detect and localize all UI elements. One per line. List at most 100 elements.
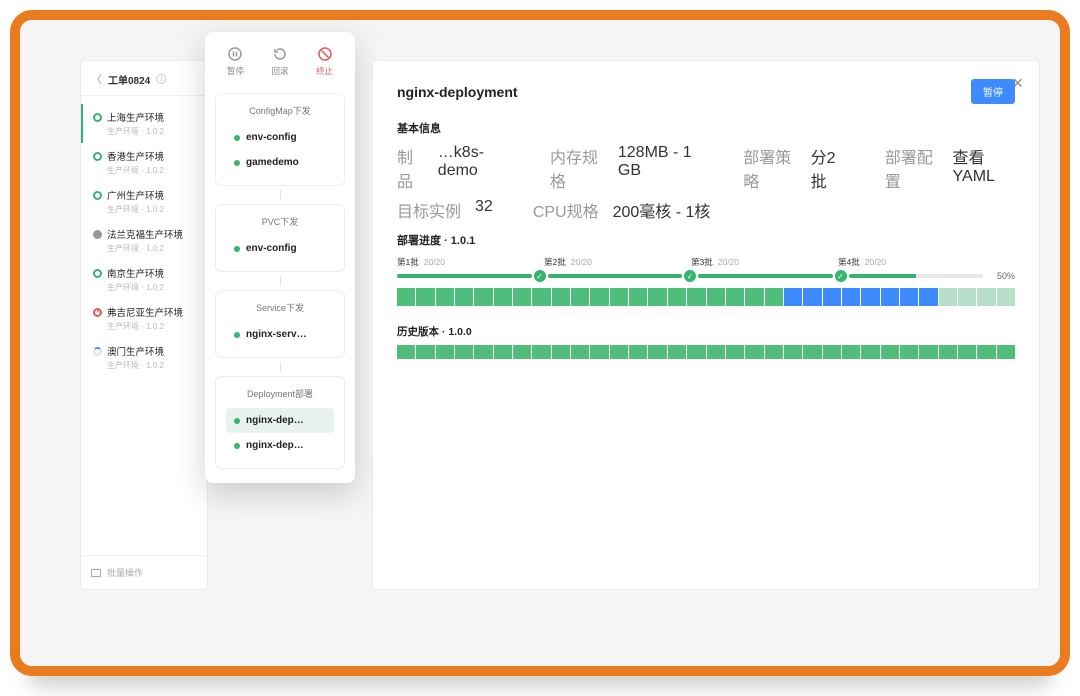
instance-cell[interactable] [939, 345, 957, 359]
instance-cell[interactable] [958, 288, 976, 306]
bullet-icon [234, 332, 240, 338]
instance-cell[interactable] [861, 288, 879, 306]
instance-cell[interactable] [745, 345, 763, 359]
instance-cell[interactable] [765, 288, 783, 306]
instance-cell[interactable] [648, 288, 666, 306]
instance-cell[interactable] [397, 345, 415, 359]
env-sub: 生产环境 · 1.0.2 [93, 360, 197, 371]
instance-cell[interactable] [726, 345, 744, 359]
node-label: nginx-dep… [246, 440, 304, 451]
batch-label: 第1批20/20 [397, 256, 542, 268]
env-sub: 生产环境 · 1.0.2 [93, 282, 197, 293]
instance-cell[interactable] [687, 288, 705, 306]
instance-cell[interactable] [416, 288, 434, 306]
instance-cell[interactable] [532, 288, 550, 306]
instance-cell[interactable] [997, 288, 1015, 306]
stage-node[interactable]: gamedemo [226, 150, 334, 175]
instance-cell[interactable] [823, 288, 841, 306]
instance-cell[interactable] [571, 288, 589, 306]
stage-title: ConfigMap下发 [226, 104, 334, 117]
info-icon[interactable]: i [156, 74, 166, 84]
instance-cell[interactable] [707, 288, 725, 306]
instance-cell[interactable] [745, 288, 763, 306]
instance-cell[interactable] [958, 345, 976, 359]
instance-cell[interactable] [513, 345, 531, 359]
instance-cell[interactable] [919, 288, 937, 306]
instance-cell[interactable] [513, 288, 531, 306]
pause-action-button[interactable]: 暂停 [971, 79, 1015, 104]
instance-cell[interactable] [842, 345, 860, 359]
environment-item[interactable]: 上海生产环境生产环境 · 1.0.2 [81, 104, 207, 143]
stage-node[interactable]: env-config [226, 125, 334, 150]
instance-cell[interactable] [610, 345, 628, 359]
instance-cell[interactable] [900, 288, 918, 306]
instance-cell[interactable] [668, 288, 686, 306]
info-value: 分2批 [811, 144, 845, 192]
pause-button[interactable]: 暂停 [227, 46, 244, 77]
instance-cell[interactable] [494, 288, 512, 306]
instance-cell[interactable] [416, 345, 434, 359]
instance-cell[interactable] [784, 345, 802, 359]
environment-item[interactable]: 法兰克福生产环境生产环境 · 1.0.2 [81, 221, 207, 260]
env-sub: 生产环境 · 1.0.2 [93, 321, 197, 332]
instance-cell[interactable] [977, 345, 995, 359]
batch-label: 第2批20/20 [544, 256, 689, 268]
stop-button[interactable]: 终止 [316, 46, 333, 77]
instance-cell[interactable] [648, 345, 666, 359]
env-name: 弗吉尼亚生产环境 [107, 305, 183, 319]
instance-cell[interactable] [881, 288, 899, 306]
stage-node[interactable]: env-config [226, 236, 334, 261]
instance-cell[interactable] [823, 345, 841, 359]
basic-info: 制品…k8s-demo内存规格128MB - 1 GB部署策略分2批部署配置查看… [397, 144, 1015, 222]
instance-cell[interactable] [919, 345, 937, 359]
instance-cell[interactable] [590, 288, 608, 306]
instance-cell[interactable] [726, 288, 744, 306]
instance-cell[interactable] [455, 345, 473, 359]
stage-node[interactable]: nginx-dep… [226, 433, 334, 458]
instance-cell[interactable] [532, 345, 550, 359]
instance-cell[interactable] [436, 345, 454, 359]
instance-cell[interactable] [939, 288, 957, 306]
instance-cell[interactable] [687, 345, 705, 359]
instance-cell[interactable] [552, 288, 570, 306]
back-chevron-icon[interactable]: 〈 [91, 71, 102, 87]
info-value[interactable]: …k8s-demo [438, 144, 510, 192]
panel-header[interactable]: 〈 工单0824 i [81, 61, 207, 96]
instance-cell[interactable] [474, 288, 492, 306]
environment-item[interactable]: 澳门生产环境生产环境 · 1.0.2 [81, 338, 207, 377]
instance-cell[interactable] [900, 345, 918, 359]
instance-cell[interactable] [494, 345, 512, 359]
instance-cell[interactable] [784, 288, 802, 306]
environment-item[interactable]: 弗吉尼亚生产环境生产环境 · 1.0.2 [81, 299, 207, 338]
environment-item[interactable]: 广州生产环境生产环境 · 1.0.2 [81, 182, 207, 221]
instance-cell[interactable] [997, 345, 1015, 359]
instance-cell[interactable] [610, 288, 628, 306]
instance-cell[interactable] [629, 345, 647, 359]
instance-cell[interactable] [571, 345, 589, 359]
instance-cell[interactable] [552, 345, 570, 359]
instance-cell[interactable] [629, 288, 647, 306]
instance-cell[interactable] [803, 288, 821, 306]
instance-cell[interactable] [668, 345, 686, 359]
instance-cell[interactable] [707, 345, 725, 359]
rollback-button[interactable]: 回滚 [271, 46, 288, 77]
instance-cell[interactable] [881, 345, 899, 359]
instance-cell[interactable] [861, 345, 879, 359]
batch-action[interactable]: 批量操作 [81, 555, 207, 589]
close-icon[interactable]: × [1012, 73, 1023, 94]
instance-cell[interactable] [977, 288, 995, 306]
instance-cell[interactable] [397, 288, 415, 306]
environment-item[interactable]: 南京生产环境生产环境 · 1.0.2 [81, 260, 207, 299]
batch-label: 第4批20/20 [838, 256, 983, 268]
stage-node[interactable]: nginx-serv… [226, 322, 334, 347]
instance-cell[interactable] [474, 345, 492, 359]
instance-cell[interactable] [765, 345, 783, 359]
stage-node[interactable]: nginx-dep… [226, 408, 334, 433]
instance-cell[interactable] [590, 345, 608, 359]
instance-cell[interactable] [436, 288, 454, 306]
instance-cell[interactable] [842, 288, 860, 306]
instance-cell[interactable] [803, 345, 821, 359]
environment-item[interactable]: 香港生产环境生产环境 · 1.0.2 [81, 143, 207, 182]
instance-cell[interactable] [455, 288, 473, 306]
info-value[interactable]: 查看YAML [953, 144, 1015, 192]
